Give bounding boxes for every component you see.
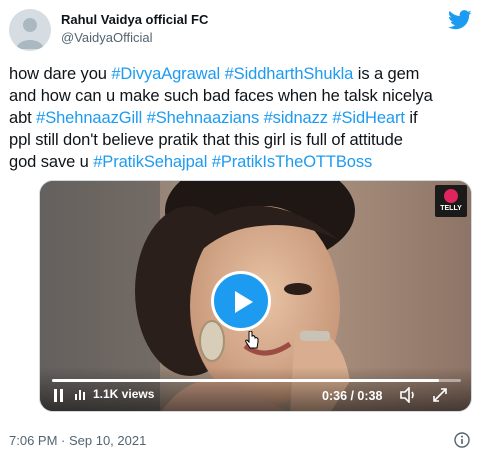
- twitter-bird-icon[interactable]: [448, 10, 472, 30]
- author-handle[interactable]: @VaidyaOfficial: [61, 30, 152, 45]
- hashtag-link[interactable]: #PratikSehajpal: [93, 153, 207, 171]
- hashtag-link[interactable]: #DivyaAgrawal: [111, 65, 220, 83]
- play-button[interactable]: [211, 271, 271, 331]
- cursor-icon: [245, 331, 259, 349]
- play-icon: [235, 291, 253, 313]
- tweet-text-segment: abt: [9, 109, 37, 127]
- progress-fill: [52, 379, 440, 382]
- hashtag-link[interactable]: #Shehnaazians: [147, 109, 260, 127]
- fullscreen-icon[interactable]: [432, 387, 448, 403]
- views-icon: [75, 390, 85, 400]
- tweet-text-line: abt #ShehnaazGill #Shehnaazians #sidnazz…: [9, 107, 475, 129]
- video-controls: 1.1K views 0:36 / 0:38: [40, 367, 471, 411]
- hashtag-link[interactable]: #sidnazz: [264, 109, 328, 127]
- logo-text: TELLY: [440, 205, 462, 212]
- hashtag-link[interactable]: #PratikIsTheOTTBoss: [212, 153, 373, 171]
- video-time: 0:36 / 0:38: [322, 389, 383, 403]
- default-avatar-icon: [9, 9, 51, 51]
- pause-icon[interactable]: [54, 389, 64, 402]
- tweet-text-line: ppl still don't believe pratik that this…: [9, 129, 475, 151]
- tweet-timestamp[interactable]: 7:06 PM · Sep 10, 2021: [9, 433, 146, 448]
- tweet-card: Rahul Vaidya official FC @VaidyaOfficial…: [0, 0, 481, 458]
- progress-bar[interactable]: [52, 379, 461, 382]
- tweet-text-line: how dare you #DivyaAgrawal #SiddharthShu…: [9, 63, 475, 85]
- logo-mark: [444, 189, 458, 203]
- hashtag-link[interactable]: #SidHeart: [332, 109, 405, 127]
- tweet-text-segment: how dare you: [9, 65, 112, 83]
- tweet-text-segment: god save u: [9, 153, 94, 171]
- video-player[interactable]: TELLY 1.1K views 0:36 / 0:38: [39, 180, 472, 412]
- tweet-text-segment: and how can u make such bad faces when h…: [9, 87, 433, 105]
- avatar[interactable]: [9, 9, 51, 51]
- author-name[interactable]: Rahul Vaidya official FC: [61, 12, 208, 27]
- views-label: 1.1K views: [93, 387, 155, 401]
- volume-icon[interactable]: [400, 387, 418, 403]
- view-count: 1.1K views: [74, 387, 154, 401]
- tweet-text: how dare you #DivyaAgrawal #SiddharthShu…: [9, 63, 475, 173]
- tweet-text-line: god save u #PratikSehajpal #PratikIsTheO…: [9, 151, 475, 173]
- tweet-text-line: and how can u make such bad faces when h…: [9, 85, 475, 107]
- hashtag-link[interactable]: #ShehnaazGill: [36, 109, 142, 127]
- hashtag-link[interactable]: #SiddharthShukla: [225, 65, 354, 83]
- tweet-text-segment: ppl still don't believe pratik that this…: [9, 131, 403, 149]
- info-icon[interactable]: [454, 432, 470, 448]
- tweet-text-segment: if: [404, 109, 418, 127]
- tweet-text-segment: is a gem: [353, 65, 420, 83]
- channel-logo: TELLY: [435, 185, 467, 217]
